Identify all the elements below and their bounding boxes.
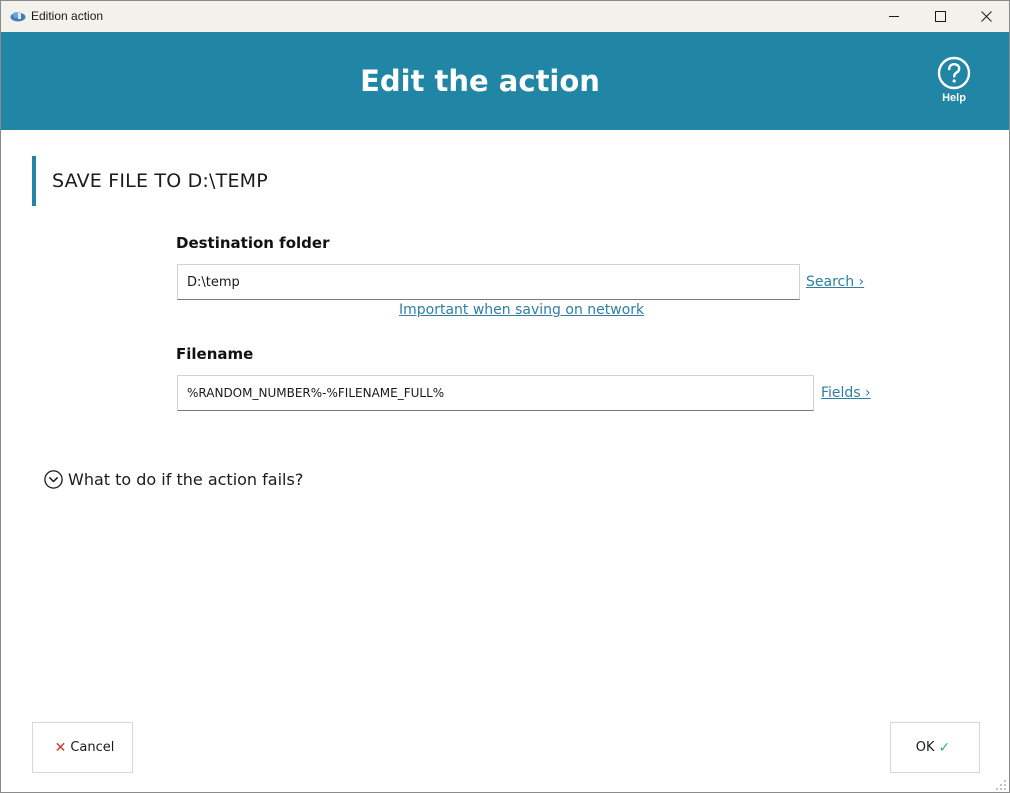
ok-button[interactable]: OK ✓ — [890, 722, 980, 773]
edit-action-window: Edition action Edit the action Help SAVE… — [0, 0, 1010, 793]
resize-grip-icon[interactable] — [995, 779, 1007, 791]
cancel-button[interactable]: ✕ Cancel — [32, 722, 133, 773]
fields-link[interactable]: Fields › — [821, 385, 871, 401]
search-link[interactable]: Search › — [806, 274, 864, 290]
x-icon: ✕ — [54, 739, 67, 756]
section-accent-bar — [32, 156, 36, 206]
failure-expander[interactable]: What to do if the action fails? — [44, 470, 303, 489]
minimize-icon — [888, 16, 899, 17]
help-icon — [937, 56, 971, 90]
chevron-down-circle-icon — [44, 470, 63, 489]
cancel-label: Cancel — [70, 740, 115, 755]
filename-label: Filename — [176, 345, 254, 363]
check-icon: ✓ — [938, 739, 951, 756]
maximize-icon — [934, 11, 946, 22]
help-label: Help — [942, 92, 966, 104]
help-button[interactable]: Help — [932, 56, 976, 108]
failure-expander-label: What to do if the action fails? — [68, 470, 304, 489]
filename-input[interactable]: %RANDOM_NUMBER%-%FILENAME_FULL% — [177, 375, 814, 411]
title-bar: Edition action — [1, 1, 1009, 32]
destination-folder-input[interactable]: D:\temp — [177, 264, 800, 300]
maximize-button[interactable] — [917, 1, 963, 32]
network-info-link[interactable]: Important when saving on network — [399, 302, 644, 318]
header-banner: Edit the action Help — [1, 32, 1009, 130]
section-title: SAVE FILE TO D:\TEMP — [52, 170, 268, 192]
app-icon — [10, 12, 26, 22]
ok-label: OK — [915, 740, 935, 755]
minimize-button[interactable] — [871, 1, 917, 32]
destination-folder-label: Destination folder — [176, 234, 330, 252]
page-title: Edit the action — [360, 64, 600, 98]
close-icon — [980, 11, 992, 22]
window-title: Edition action — [31, 9, 104, 23]
close-button[interactable] — [963, 1, 1009, 32]
